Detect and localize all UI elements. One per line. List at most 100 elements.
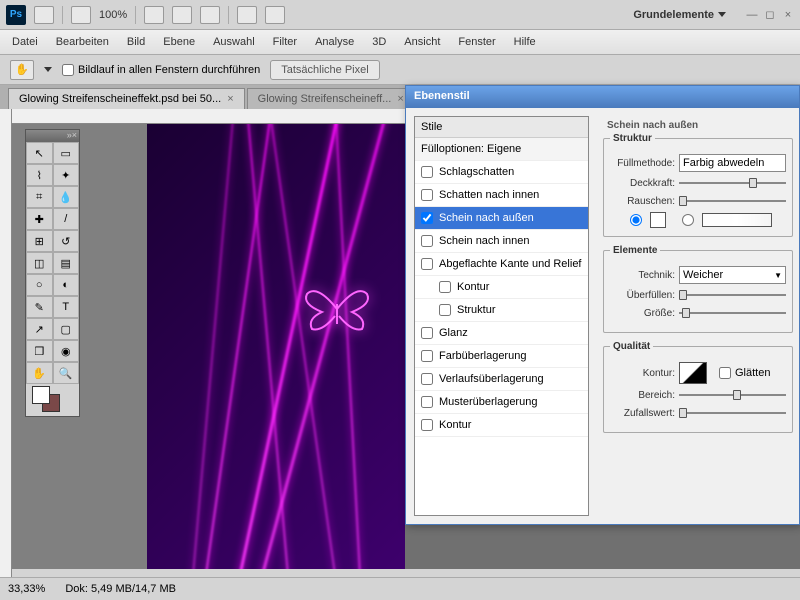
- close-button[interactable]: ×: [782, 9, 794, 21]
- style-item[interactable]: Farbüberlagerung: [415, 345, 588, 368]
- color-radio[interactable]: [630, 214, 642, 226]
- style-checkbox[interactable]: [421, 419, 433, 431]
- style-checkbox[interactable]: [421, 235, 433, 247]
- wand-tool[interactable]: ✦: [53, 164, 80, 186]
- contour-picker[interactable]: [679, 362, 707, 384]
- document-tab[interactable]: Glowing Streifenscheineffekt.psd bei 50.…: [8, 88, 245, 109]
- minimize-button[interactable]: —: [746, 9, 758, 21]
- style-item[interactable]: Fülloptionen: Eigene: [415, 138, 588, 161]
- menu-fenster[interactable]: Fenster: [458, 36, 495, 48]
- menu-bearbeiten[interactable]: Bearbeiten: [56, 36, 109, 48]
- lasso-tool[interactable]: ⌇: [26, 164, 53, 186]
- style-item[interactable]: Musterüberlagerung: [415, 391, 588, 414]
- style-item[interactable]: Verlaufsüberlagerung: [415, 368, 588, 391]
- 3d-tool[interactable]: ❒: [26, 340, 53, 362]
- gradient-radio[interactable]: [682, 214, 694, 226]
- menu-filter[interactable]: Filter: [273, 36, 297, 48]
- style-checkbox[interactable]: [421, 212, 433, 224]
- zoom-value[interactable]: 100%: [99, 9, 127, 21]
- style-checkbox[interactable]: [421, 258, 433, 270]
- style-checkbox[interactable]: [421, 189, 433, 201]
- style-item[interactable]: Struktur: [415, 299, 588, 322]
- menu-analyse[interactable]: Analyse: [315, 36, 354, 48]
- style-checkbox[interactable]: [421, 373, 433, 385]
- range-slider[interactable]: [679, 388, 786, 402]
- 3dcam-tool[interactable]: ◉: [53, 340, 80, 362]
- move-tool[interactable]: ↖: [26, 142, 53, 164]
- menu-bild[interactable]: Bild: [127, 36, 145, 48]
- screen-mode-button[interactable]: [265, 6, 285, 24]
- shape-tool[interactable]: ▢: [53, 318, 80, 340]
- opacity-slider[interactable]: [679, 176, 786, 190]
- scroll-all-checkbox[interactable]: Bildlauf in allen Fenstern durchführen: [62, 64, 260, 76]
- bridge-button[interactable]: [34, 6, 54, 24]
- close-icon[interactable]: ×: [72, 130, 77, 142]
- arrange-button[interactable]: [237, 6, 257, 24]
- style-checkbox[interactable]: [421, 166, 433, 178]
- menu-ebene[interactable]: Ebene: [163, 36, 195, 48]
- close-tab-icon[interactable]: ×: [397, 93, 403, 105]
- style-checkbox[interactable]: [421, 350, 433, 362]
- document-tab[interactable]: Glowing Streifenscheineff...×: [247, 88, 415, 109]
- type-tool[interactable]: T: [53, 296, 80, 318]
- gradient-swatch[interactable]: [702, 213, 772, 227]
- style-item[interactable]: Schein nach außen: [415, 207, 588, 230]
- eyedropper-tool[interactable]: 💧: [53, 186, 80, 208]
- hand-tool[interactable]: ✋: [26, 362, 53, 384]
- rotate-top-button[interactable]: [200, 6, 220, 24]
- dodge-tool[interactable]: ◐: [53, 274, 80, 296]
- menu-hilfe[interactable]: Hilfe: [514, 36, 536, 48]
- menu-auswahl[interactable]: Auswahl: [213, 36, 255, 48]
- style-checkbox[interactable]: [421, 327, 433, 339]
- color-swatch[interactable]: [650, 212, 666, 228]
- antialias-checkbox[interactable]: Glätten: [719, 367, 770, 379]
- menu-3d[interactable]: 3D: [372, 36, 386, 48]
- style-checkbox[interactable]: [439, 281, 451, 293]
- style-checkbox[interactable]: [421, 396, 433, 408]
- brush-tool[interactable]: /: [53, 208, 80, 230]
- style-item[interactable]: Glanz: [415, 322, 588, 345]
- spread-slider[interactable]: [679, 288, 786, 302]
- actual-pixels-button[interactable]: Tatsächliche Pixel: [270, 60, 379, 80]
- status-doc-size[interactable]: Dok: 5,49 MB/14,7 MB: [65, 583, 176, 595]
- zoom-top-button[interactable]: [172, 6, 192, 24]
- stamp-tool[interactable]: ⊞: [26, 230, 53, 252]
- style-item[interactable]: Abgeflachte Kante und Relief: [415, 253, 588, 276]
- style-item[interactable]: Schlagschatten: [415, 161, 588, 184]
- gradient-tool[interactable]: ▤: [53, 252, 80, 274]
- eraser-tool[interactable]: ◫: [26, 252, 53, 274]
- crop-tool[interactable]: ⌗: [26, 186, 53, 208]
- jitter-label: Zufallswert:: [610, 408, 675, 419]
- marquee-tool[interactable]: ▭: [53, 142, 80, 164]
- style-checkbox[interactable]: [439, 304, 451, 316]
- structure-group: Struktur Füllmethode: Farbig abwedeln De…: [603, 133, 793, 237]
- style-item[interactable]: Kontur: [415, 276, 588, 299]
- style-item[interactable]: Schein nach innen: [415, 230, 588, 253]
- status-zoom[interactable]: 33,33%: [8, 583, 45, 595]
- viewextras-button[interactable]: [71, 6, 91, 24]
- close-tab-icon[interactable]: ×: [227, 93, 233, 105]
- foreground-color[interactable]: [32, 386, 50, 404]
- tools-panel[interactable]: »× ↖▭⌇✦⌗💧✚/⊞↺◫▤○◐✎T↗▢❒◉✋🔍: [25, 129, 80, 417]
- size-slider[interactable]: [679, 306, 786, 320]
- workspace-switcher[interactable]: Grundelemente: [633, 9, 726, 21]
- menu-datei[interactable]: Datei: [12, 36, 38, 48]
- path-tool[interactable]: ↗: [26, 318, 53, 340]
- pen-tool[interactable]: ✎: [26, 296, 53, 318]
- blend-mode-select[interactable]: Farbig abwedeln: [679, 154, 786, 172]
- menu-ansicht[interactable]: Ansicht: [404, 36, 440, 48]
- zoom-tool[interactable]: 🔍: [53, 362, 80, 384]
- blur-tool[interactable]: ○: [26, 274, 53, 296]
- styles-list-header[interactable]: Stile: [415, 117, 588, 138]
- heal-tool[interactable]: ✚: [26, 208, 53, 230]
- current-tool-icon[interactable]: ✋: [10, 60, 34, 80]
- maximize-button[interactable]: ◻: [764, 9, 776, 21]
- hand-top-button[interactable]: [144, 6, 164, 24]
- history-tool[interactable]: ↺: [53, 230, 80, 252]
- noise-slider[interactable]: [679, 194, 786, 208]
- jitter-slider[interactable]: [679, 406, 786, 420]
- size-label: Größe:: [610, 308, 675, 319]
- style-item[interactable]: Schatten nach innen: [415, 184, 588, 207]
- style-item[interactable]: Kontur: [415, 414, 588, 437]
- technique-select[interactable]: Weicher▼: [679, 266, 786, 284]
